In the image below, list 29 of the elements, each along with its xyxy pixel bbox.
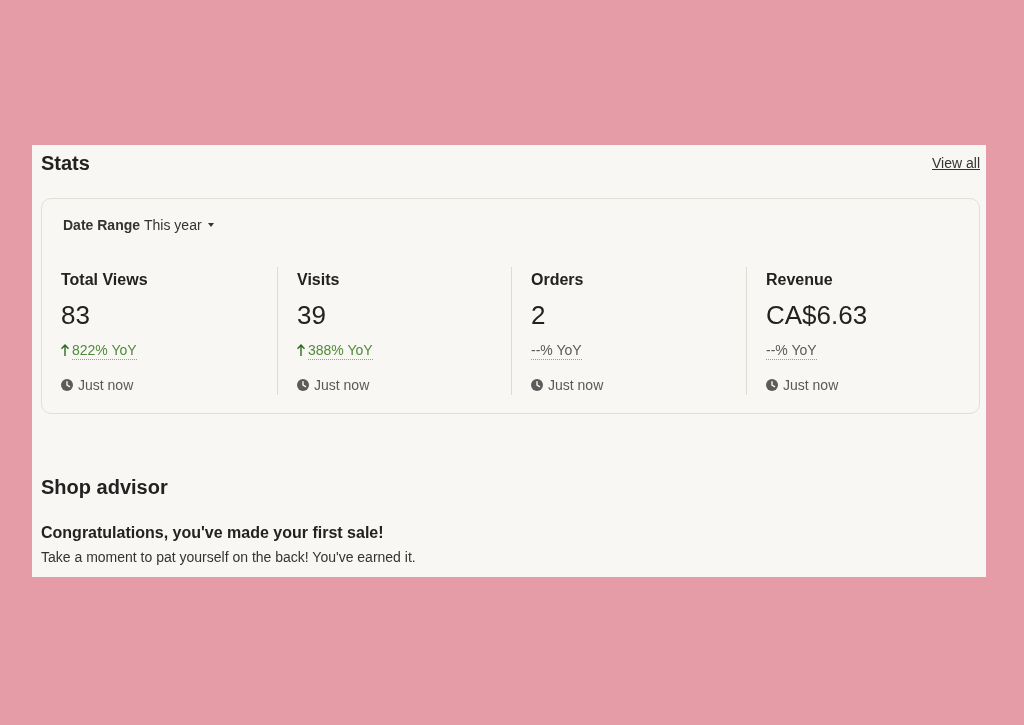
section-title: Shop advisor — [41, 475, 168, 500]
updated-time: Just now — [314, 376, 370, 395]
advisor-message: Take a moment to pat yourself on the back! You've earned it. — [41, 548, 416, 567]
clock-icon — [297, 379, 309, 391]
date-range-dropdown[interactable]: Date Range This year — [63, 215, 214, 235]
yoy-change-text: 388% YoY — [308, 340, 373, 360]
updated-time: Just now — [78, 376, 134, 395]
metric-label: Visits — [297, 270, 340, 290]
advisor-heading: Congratulations, you've made your first sale! — [41, 523, 384, 543]
metric-value: 39 — [297, 299, 326, 331]
yoy-change-text: --% YoY — [766, 340, 817, 360]
clock-icon — [61, 379, 73, 391]
metric-value: 83 — [61, 299, 90, 331]
updated-time: Just now — [548, 376, 604, 395]
up-arrow-icon — [61, 344, 69, 356]
caret-icon — [207, 223, 214, 227]
metric-value: 2 — [531, 299, 546, 331]
clock-icon — [766, 379, 778, 391]
metric-label: Total Views — [61, 270, 148, 290]
yoy-change-text: --% YoY — [531, 340, 582, 360]
section-title: Stats — [41, 151, 90, 176]
clock-icon — [531, 379, 543, 391]
metric-value: CA$6.63 — [766, 299, 868, 331]
view-all-link[interactable]: View all — [932, 153, 980, 173]
updated-time: Just now — [783, 376, 839, 395]
up-arrow-icon — [297, 344, 305, 356]
metric-label: Orders — [531, 270, 584, 290]
yoy-change-text: 822% YoY — [72, 340, 137, 360]
metric-label: Revenue — [766, 270, 833, 290]
